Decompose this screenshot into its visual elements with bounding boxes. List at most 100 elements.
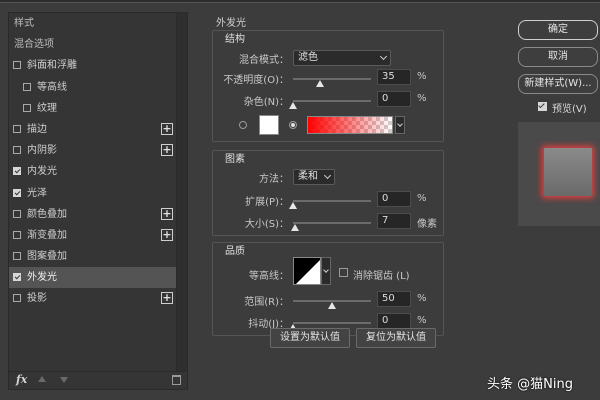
style-item-stroke[interactable]: 描边 + — [9, 119, 177, 140]
style-item-label: 渐变叠加 — [27, 229, 67, 241]
style-item-inner-shadow[interactable]: 内阴影 + — [9, 140, 177, 161]
chevron-down-icon — [323, 171, 332, 180]
move-down-icon[interactable] — [60, 377, 68, 383]
style-item-gradient-overlay[interactable]: 渐变叠加 + — [9, 225, 177, 246]
chevron-down-icon — [323, 267, 329, 273]
add-color-overlay-plus-icon[interactable]: + — [161, 207, 173, 220]
noise-slider-knob[interactable] — [289, 102, 297, 109]
noise-input[interactable]: 0 — [377, 91, 411, 107]
stroke-checkbox[interactable] — [13, 124, 21, 133]
jitter-slider[interactable] — [293, 322, 371, 324]
contour-picker[interactable] — [293, 257, 321, 285]
opacity-input[interactable]: 35 — [377, 69, 411, 85]
contour-dropdown[interactable] — [321, 257, 331, 285]
noise-unit: % — [417, 93, 427, 104]
pattern-overlay-checkbox[interactable] — [13, 252, 21, 261]
satin-checkbox[interactable] — [13, 188, 21, 197]
technique-select[interactable]: 柔和 — [293, 169, 335, 185]
blend-options-item[interactable]: 混合选项 — [9, 34, 177, 55]
style-item-label: 投影 — [27, 293, 47, 305]
inner-glow-checkbox[interactable] — [13, 167, 21, 176]
style-item-inner-glow[interactable]: 内发光 — [9, 161, 177, 182]
range-slider-knob[interactable] — [328, 302, 336, 309]
solid-color-radio[interactable] — [239, 121, 247, 129]
style-item-label: 纹理 — [37, 102, 57, 114]
gradient-overlay-checkbox[interactable] — [13, 230, 21, 239]
spread-label: 扩展(P)： — [245, 197, 289, 208]
texture-checkbox[interactable] — [23, 103, 31, 112]
elements-title: 图素 — [225, 154, 245, 165]
fx-icon[interactable]: fx — [16, 373, 27, 386]
cancel-button[interactable]: 取消 — [518, 47, 598, 67]
opacity-slider-knob[interactable] — [316, 80, 325, 87]
blend-mode-value: 滤色 — [298, 52, 318, 63]
move-up-icon[interactable] — [38, 376, 46, 382]
style-item-label: 颜色叠加 — [27, 208, 67, 220]
watermark: 头条 @猫Ning — [487, 377, 573, 392]
style-item-label: 外发光 — [27, 272, 57, 284]
color-overlay-checkbox[interactable] — [13, 209, 21, 218]
glow-gradient-picker[interactable] — [307, 116, 393, 134]
style-item-texture[interactable]: 纹理 — [9, 98, 177, 119]
drop-shadow-checkbox[interactable] — [13, 294, 21, 303]
style-item-pattern-overlay[interactable]: 图案叠加 — [9, 246, 177, 267]
spread-slider-knob[interactable] — [289, 202, 297, 209]
add-gradient-overlay-plus-icon[interactable]: + — [161, 228, 173, 241]
noise-slider[interactable] — [293, 100, 371, 102]
blend-mode-select[interactable]: 滤色 — [293, 50, 391, 66]
ok-button[interactable]: 确定 — [518, 20, 598, 40]
opacity-slider[interactable] — [293, 78, 371, 80]
style-list-header: 样式 — [14, 18, 34, 29]
style-preview — [518, 122, 600, 226]
style-item-drop-shadow[interactable]: 投影 + — [9, 288, 177, 309]
trash-icon[interactable] — [172, 375, 181, 385]
style-item-label: 图案叠加 — [27, 251, 67, 263]
size-unit: 像素 — [417, 219, 437, 230]
size-input[interactable]: 7 — [377, 213, 411, 229]
style-item-bevel-emboss[interactable]: 斜面和浮雕 — [9, 55, 177, 76]
size-label: 大小(S)： — [244, 219, 289, 230]
opacity-label: 不透明度(O)： — [223, 75, 289, 86]
jitter-input[interactable]: 0 — [377, 313, 411, 329]
size-slider-knob[interactable] — [291, 224, 300, 231]
chevron-down-icon — [379, 52, 388, 61]
anti-alias-checkbox[interactable] — [339, 268, 348, 277]
opacity-unit: % — [417, 71, 427, 82]
contour-checkbox[interactable] — [23, 82, 31, 91]
style-item-color-overlay[interactable]: 颜色叠加 + — [9, 204, 177, 225]
style-item-contour[interactable]: 等高线 — [9, 77, 177, 98]
range-input[interactable]: 50 — [377, 291, 411, 307]
gradient-dropdown[interactable] — [395, 116, 405, 134]
style-item-satin[interactable]: 光泽 — [9, 183, 177, 204]
size-slider[interactable] — [293, 222, 371, 224]
anti-alias-label: 消除锯齿 (L) — [353, 271, 410, 282]
style-item-label: 内发光 — [27, 166, 57, 178]
style-item-outer-glow[interactable]: 外发光 — [9, 267, 177, 289]
style-list-scrollbar[interactable] — [176, 13, 187, 373]
glow-color-swatch[interactable] — [259, 115, 279, 135]
preview-label: 预览(V) — [552, 104, 587, 115]
set-default-button[interactable]: 设置为默认值 — [270, 328, 350, 348]
noise-label: 杂色(N)： — [243, 97, 289, 108]
new-style-button[interactable]: 新建样式(W)... — [518, 74, 598, 94]
spread-slider[interactable] — [293, 200, 371, 202]
style-list-panel: 样式 混合选项 斜面和浮雕 等高线 纹理 描边 + 内阴影 + 内发光 光泽 颜… — [8, 12, 188, 390]
add-drop-shadow-plus-icon[interactable]: + — [161, 292, 173, 305]
range-label: 范围(R)： — [244, 297, 289, 308]
method-label: 方法： — [259, 174, 289, 185]
outer-glow-checkbox[interactable] — [13, 273, 21, 282]
inner-shadow-checkbox[interactable] — [13, 146, 21, 155]
add-stroke-plus-icon[interactable]: + — [161, 122, 173, 135]
structure-group: 结构 混合模式： 滤色 不透明度(O)： 35 % 杂色(N)： 0 % — [212, 30, 444, 142]
add-inner-shadow-plus-icon[interactable]: + — [161, 144, 173, 157]
reset-default-button[interactable]: 复位为默认值 — [356, 328, 436, 348]
style-item-label: 斜面和浮雕 — [27, 60, 77, 72]
bevel-emboss-checkbox[interactable] — [13, 61, 21, 70]
preview-checkbox[interactable] — [538, 102, 547, 111]
style-list-footer: fx — [9, 371, 187, 389]
spread-unit: % — [417, 193, 427, 204]
style-list: 样式 混合选项 斜面和浮雕 等高线 纹理 描边 + 内阴影 + 内发光 光泽 颜… — [9, 13, 177, 310]
gradient-radio[interactable] — [289, 121, 297, 129]
jitter-unit: % — [417, 315, 427, 326]
spread-input[interactable]: 0 — [377, 191, 411, 207]
